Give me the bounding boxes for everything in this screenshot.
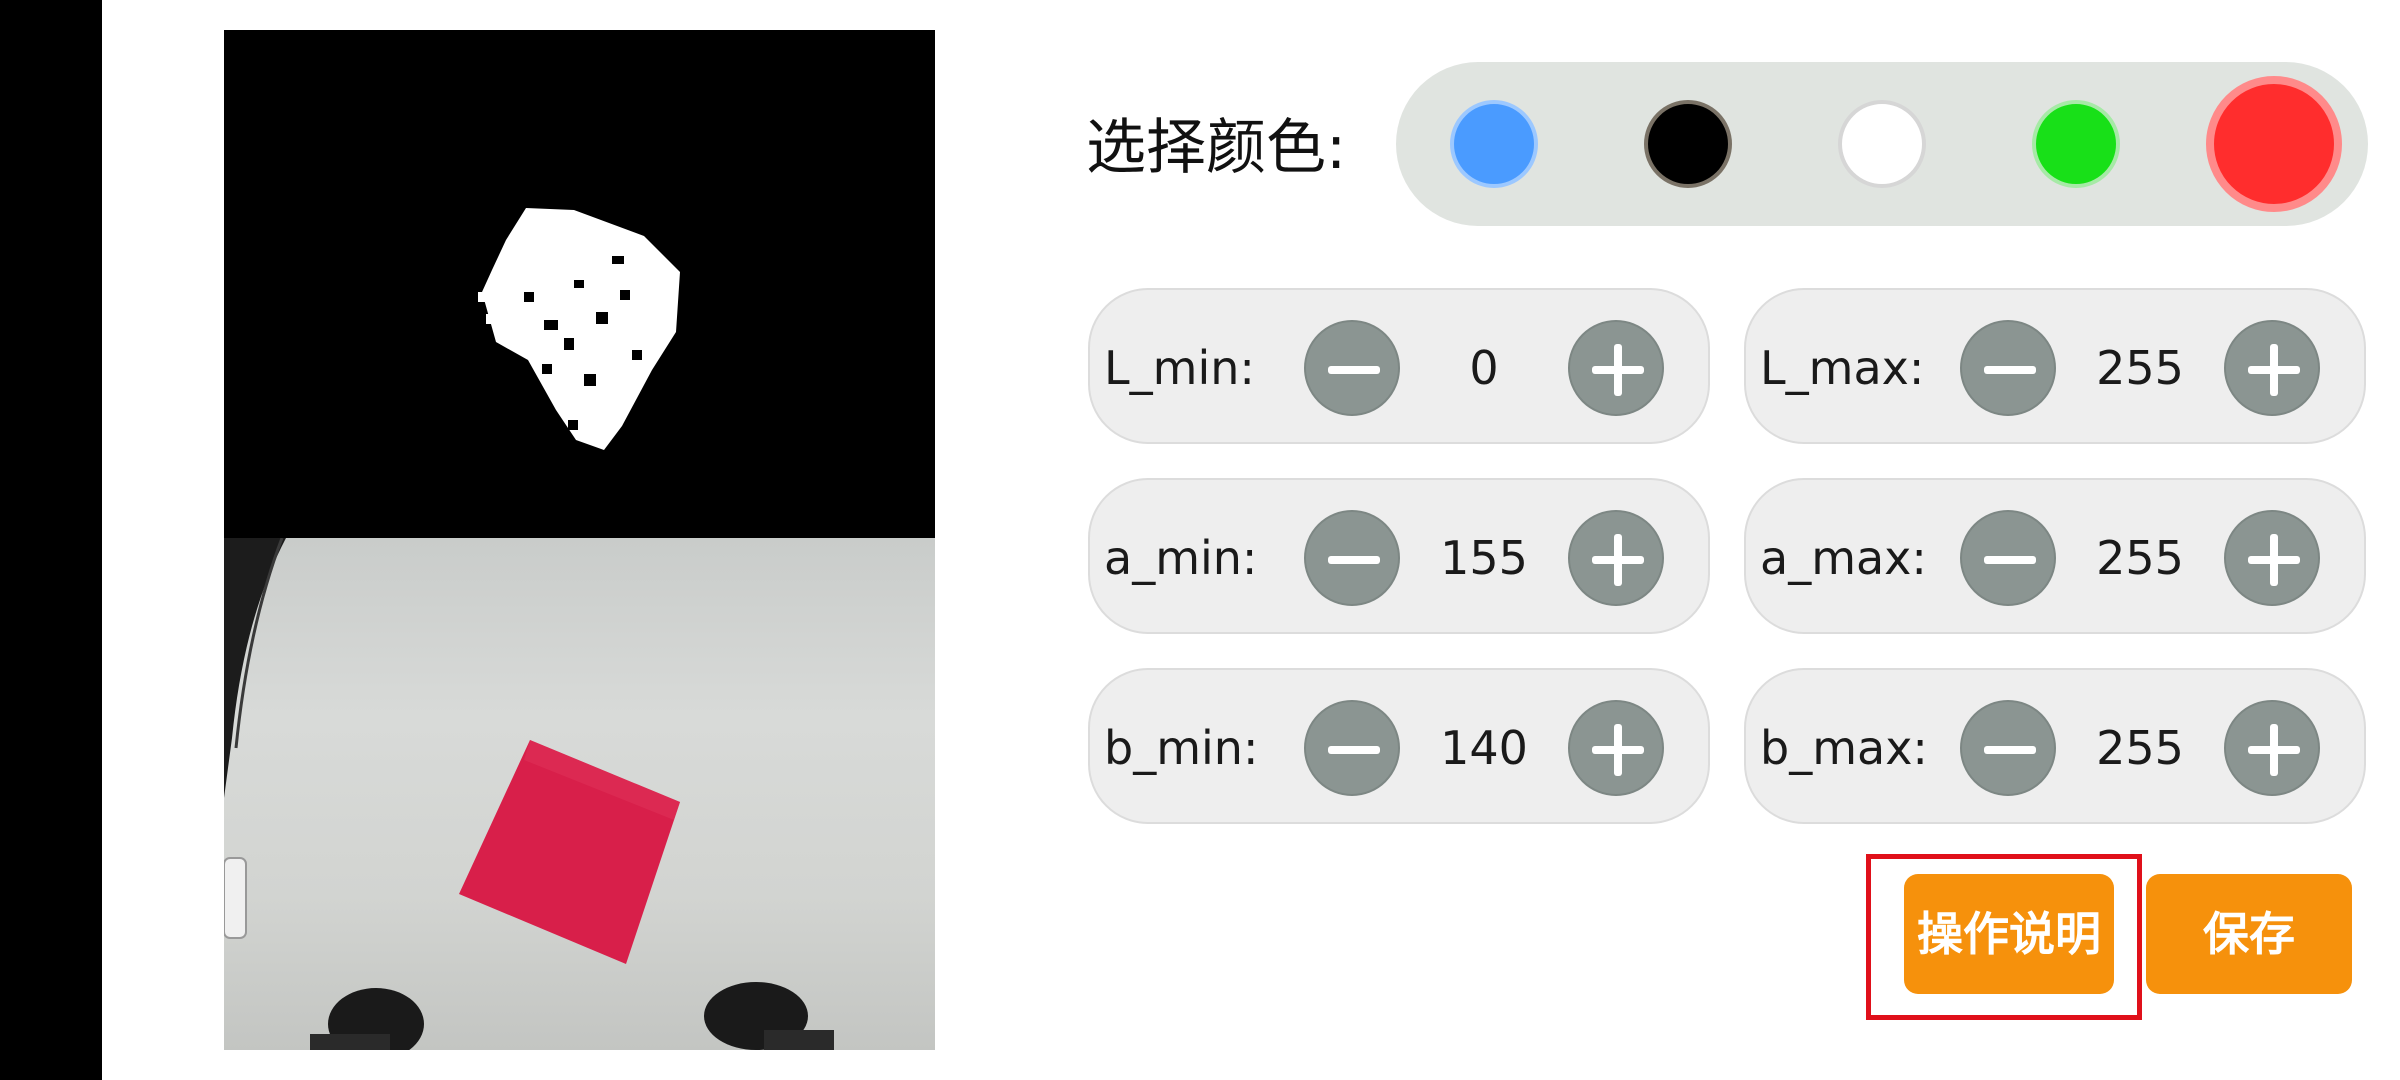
- mask-blob: [478, 208, 680, 450]
- color-selector: [1396, 62, 2368, 226]
- a-max-label: a_max:: [1760, 531, 1927, 585]
- b-min-control: b_min: 140: [1088, 668, 1710, 824]
- minus-icon: [1328, 556, 1380, 564]
- l-max-decrement-button[interactable]: [1960, 320, 2056, 416]
- swatch-red-selected[interactable]: [2206, 76, 2342, 212]
- minus-icon: [1328, 746, 1380, 754]
- a-min-label: a_min:: [1104, 531, 1258, 585]
- a-min-increment-button[interactable]: [1568, 510, 1664, 606]
- lens-vignette-edge: [224, 538, 286, 798]
- a-max-increment-button[interactable]: [2224, 510, 2320, 606]
- robot-side-part: [224, 857, 247, 939]
- a-min-value: 155: [1440, 531, 1528, 585]
- b-max-decrement-button[interactable]: [1960, 700, 2056, 796]
- swatch-blue[interactable]: [1450, 100, 1538, 188]
- l-min-control: L_min: 0: [1088, 288, 1710, 444]
- threshold-mask-view: [224, 30, 935, 538]
- minus-icon: [1984, 746, 2036, 754]
- b-max-value: 255: [2096, 721, 2184, 775]
- camera-live-view: [224, 538, 935, 1050]
- b-min-label: b_min:: [1104, 721, 1259, 775]
- b-max-increment-button[interactable]: [2224, 700, 2320, 796]
- minus-icon: [1984, 366, 2036, 374]
- left-edge-bar: [0, 0, 102, 1080]
- l-min-increment-button[interactable]: [1568, 320, 1664, 416]
- l-max-increment-button[interactable]: [2224, 320, 2320, 416]
- b-min-decrement-button[interactable]: [1304, 700, 1400, 796]
- minus-icon: [1328, 366, 1380, 374]
- save-button[interactable]: 保存: [2146, 874, 2352, 994]
- b-min-value: 140: [1440, 721, 1528, 775]
- select-color-label: 选择颜色:: [1086, 113, 1347, 183]
- l-max-control: L_max: 255: [1744, 288, 2366, 444]
- a-max-control: a_max: 255: [1744, 478, 2366, 634]
- a-max-decrement-button[interactable]: [1960, 510, 2056, 606]
- minus-icon: [1984, 556, 2036, 564]
- instructions-button[interactable]: 操作说明: [1904, 874, 2114, 994]
- l-min-value: 0: [1469, 341, 1499, 395]
- b-max-control: b_max: 255: [1744, 668, 2366, 824]
- b-min-increment-button[interactable]: [1568, 700, 1664, 796]
- swatch-green[interactable]: [2032, 100, 2120, 188]
- l-min-decrement-button[interactable]: [1304, 320, 1400, 416]
- b-max-label: b_max:: [1760, 721, 1928, 775]
- l-max-label: L_max:: [1760, 341, 1925, 395]
- a-min-decrement-button[interactable]: [1304, 510, 1400, 606]
- l-min-label: L_min:: [1104, 341, 1255, 395]
- swatch-white[interactable]: [1838, 100, 1926, 188]
- l-max-value: 255: [2096, 341, 2184, 395]
- camera-preview: [224, 30, 935, 1050]
- swatch-black[interactable]: [1644, 100, 1732, 188]
- a-max-value: 255: [2096, 531, 2184, 585]
- a-min-control: a_min: 155: [1088, 478, 1710, 634]
